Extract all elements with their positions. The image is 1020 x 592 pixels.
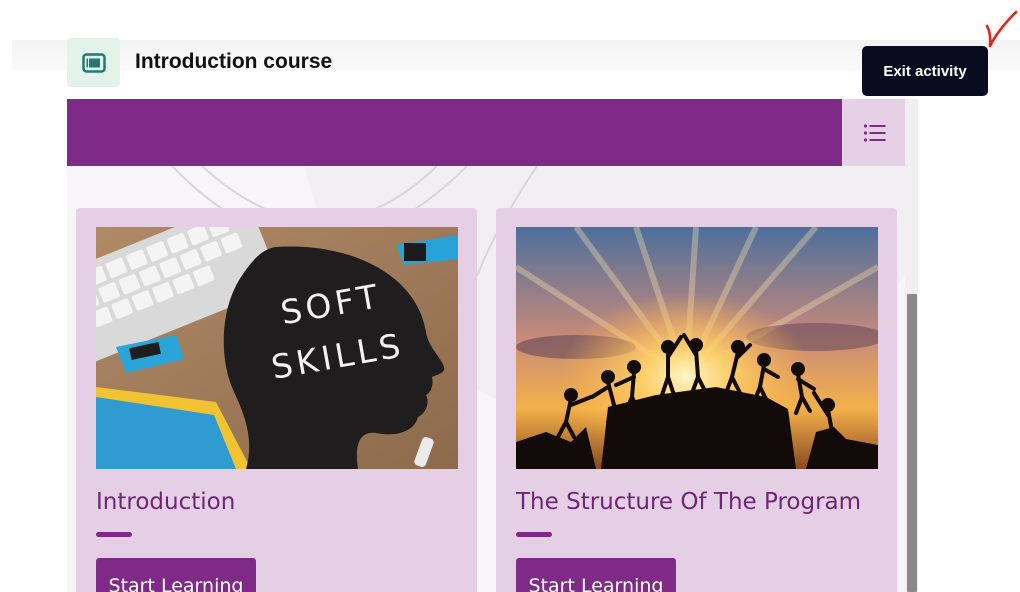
soft-skills-image: SOFT SKILLS	[96, 227, 458, 469]
teamwork-summit-image	[516, 227, 878, 469]
scrollbar-thumb[interactable]	[907, 294, 917, 592]
activity-top-bar	[67, 99, 842, 166]
course-title: Introduction course	[135, 50, 333, 73]
activity-frame: SOFT SKILLS Introduction Start Learning	[67, 99, 918, 592]
exit-activity-button[interactable]: Exit activity	[862, 46, 988, 96]
course-icon	[67, 38, 120, 87]
card-title: The Structure Of The Program	[516, 489, 862, 515]
title-underline	[96, 532, 132, 537]
check-mark-icon	[985, 10, 1018, 48]
course-page: Introduction course Exit activity SOFT S…	[0, 0, 1020, 592]
card-title: Introduction	[96, 489, 236, 515]
start-learning-button[interactable]: Start Learning	[516, 558, 676, 592]
start-learning-button[interactable]: Start Learning	[96, 558, 256, 592]
lesson-card-introduction: SOFT SKILLS Introduction Start Learning	[76, 208, 477, 592]
title-underline	[516, 532, 552, 537]
slides-icon	[81, 52, 106, 73]
menu-button[interactable]	[842, 99, 907, 166]
list-icon	[863, 123, 885, 142]
lesson-card-structure: The Structure Of The Program Start Learn…	[496, 208, 897, 592]
